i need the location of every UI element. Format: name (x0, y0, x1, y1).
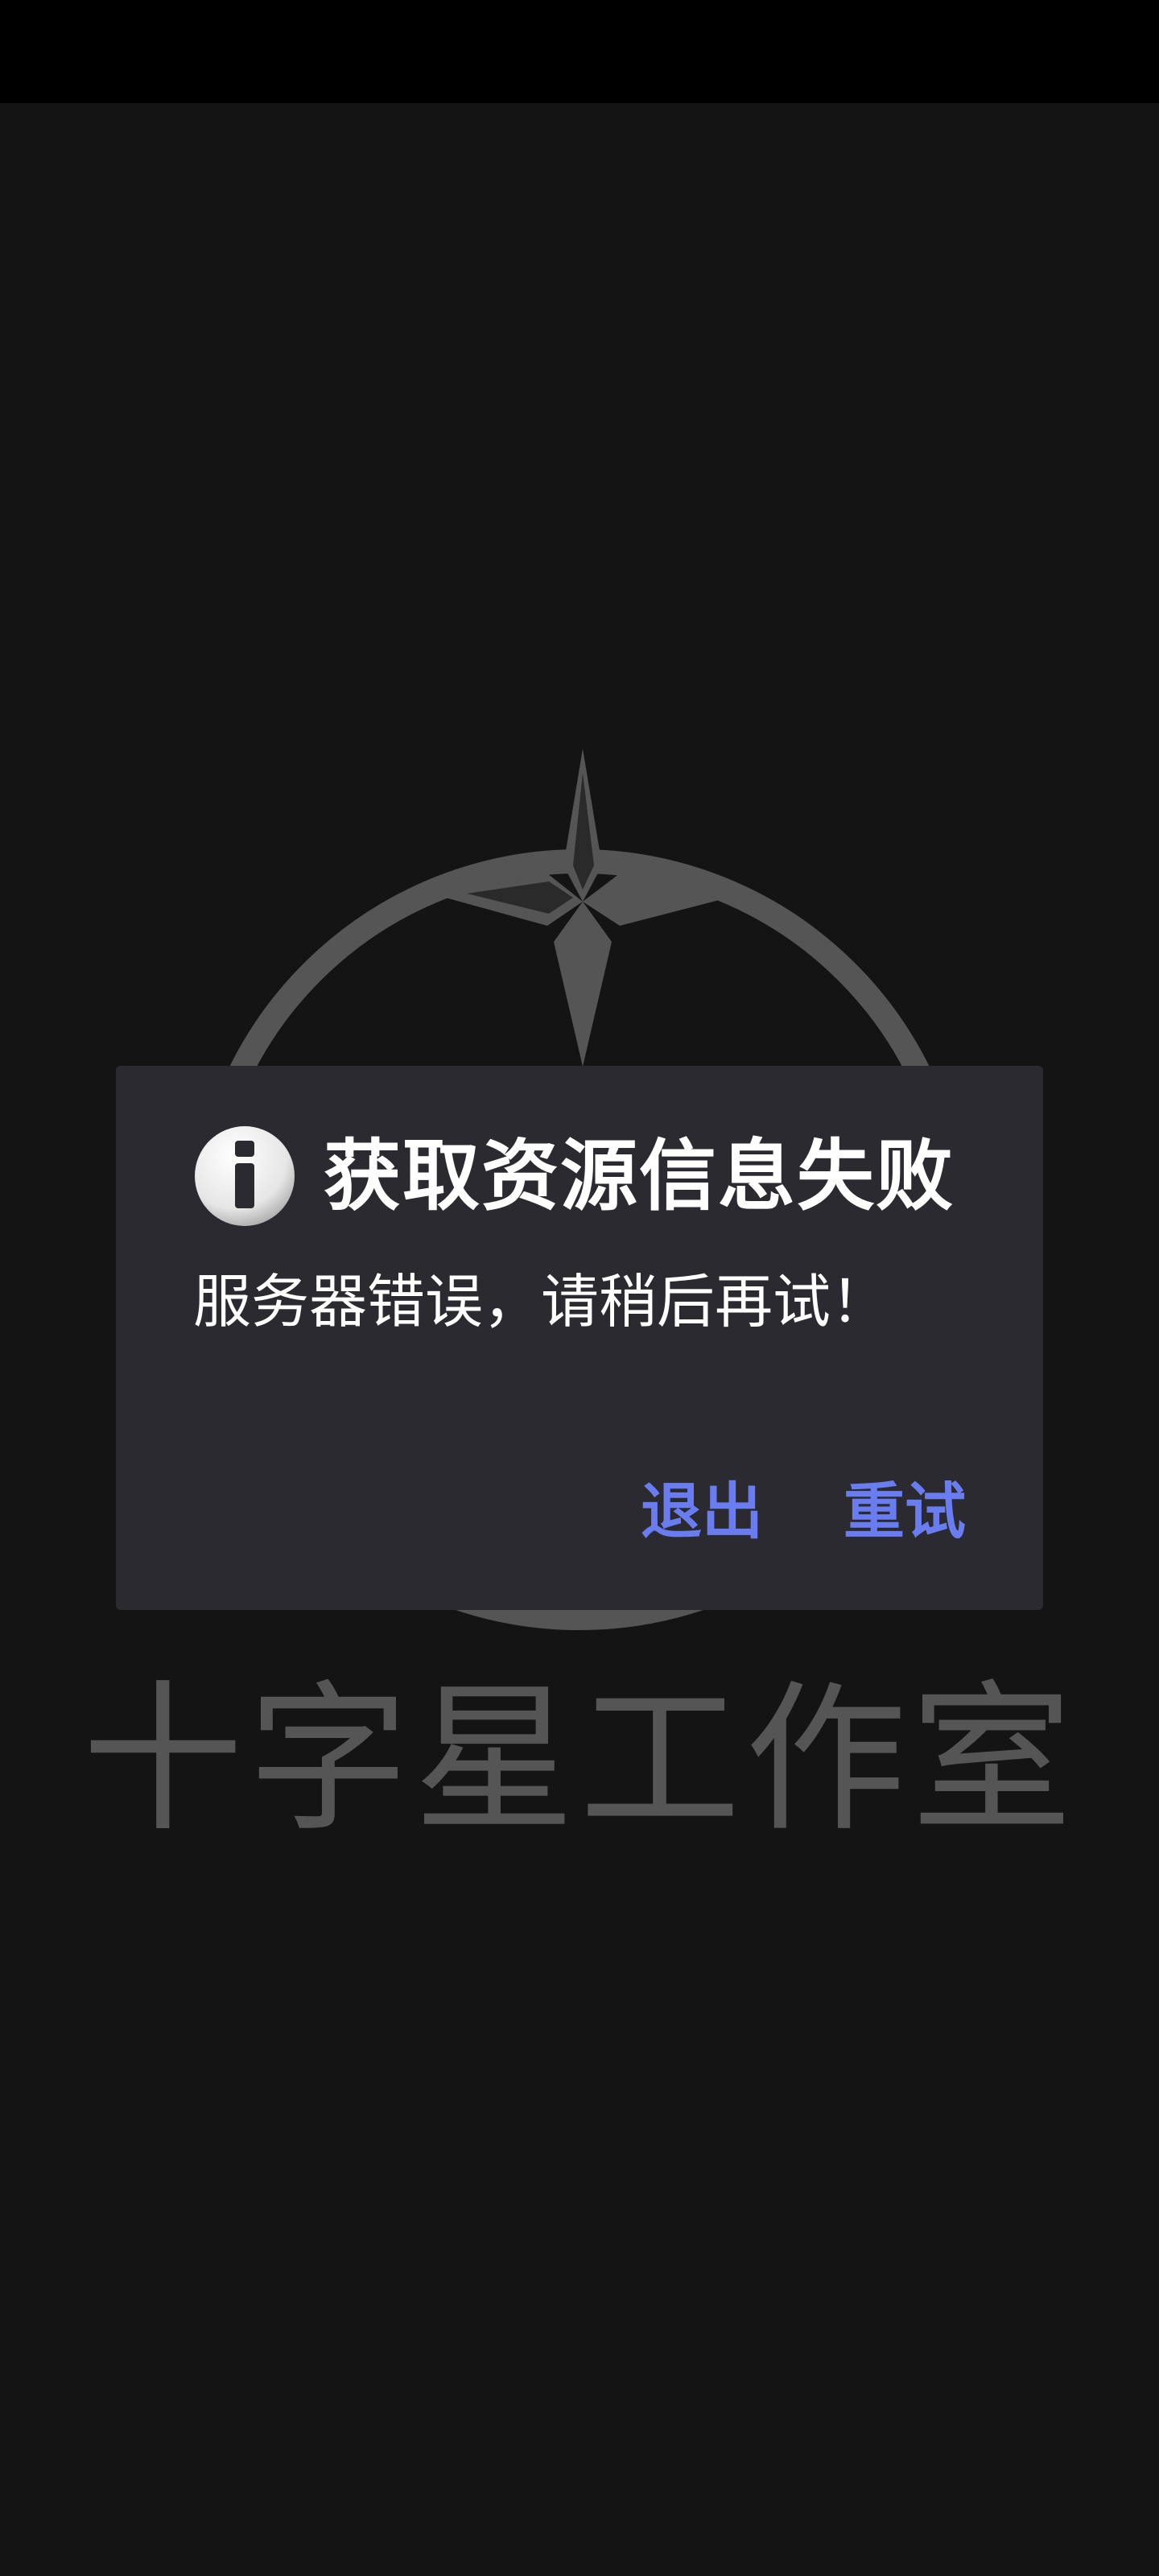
exit-button[interactable]: 退出 (641, 1475, 763, 1548)
svg-text:十字星工作室: 十字星工作室 (82, 1666, 1077, 1854)
dialog-actions: 退出 重试 (641, 1475, 966, 1548)
dialog-title: 获取资源信息失败 (324, 1131, 955, 1221)
retry-button[interactable]: 重试 (843, 1475, 966, 1548)
info-icon (193, 1125, 296, 1228)
error-dialog: 获取资源信息失败 服务器错误，请稍后再试！ 退出 重试 (116, 1066, 1043, 1610)
dialog-header: 获取资源信息失败 (193, 1124, 955, 1228)
dialog-message: 服务器错误，请稍后再试！ (193, 1268, 889, 1335)
